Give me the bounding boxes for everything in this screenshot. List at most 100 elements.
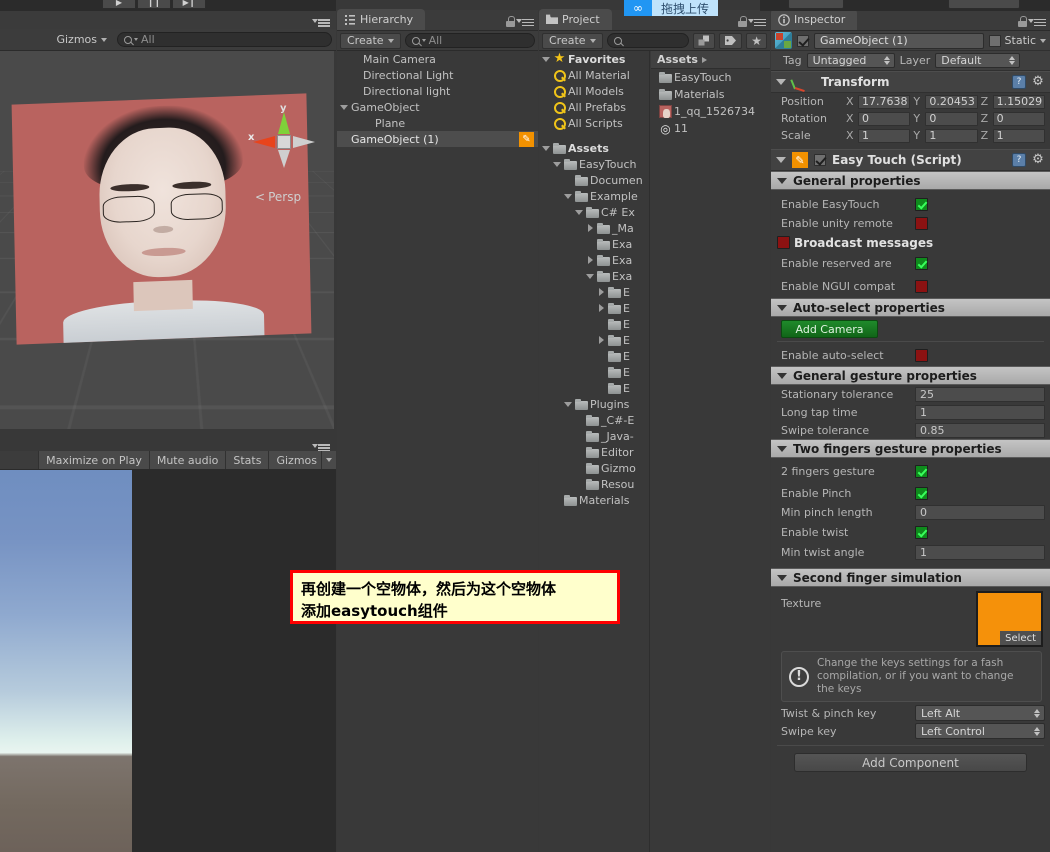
second-finger-simulation-section[interactable]: Second finger simulation (771, 568, 1050, 587)
assets-tree-list[interactable]: Assets EasyTouch Documen Example C# Ex _Ma Exa… (539, 140, 649, 508)
expand-arrow[interactable] (596, 288, 606, 296)
lock-icon[interactable] (1018, 16, 1027, 27)
favorites-list[interactable]: All Material All Models All Prefabs All Scr… (539, 67, 649, 131)
min-pinch-length-row[interactable]: Min pinch length 0 (771, 503, 1050, 522)
texture-select-button[interactable]: Select (1000, 631, 1041, 645)
foldout-arrow[interactable] (776, 79, 786, 85)
transform-fields[interactable]: Position X 17.7638 Y 0.20453 Z 1.15029 Rotation… (771, 93, 1050, 144)
game-gizmos-dropdown[interactable] (321, 451, 336, 469)
project-tree-item[interactable]: Plugins (539, 396, 649, 412)
chevron-down-icon[interactable] (1040, 38, 1046, 43)
asset-item[interactable]: EasyTouch (651, 69, 770, 86)
general-gesture-section[interactable]: General gesture properties (771, 366, 1050, 385)
asset-item[interactable]: ◎ 11 (651, 120, 770, 137)
project-tab-menu[interactable] (738, 16, 766, 27)
transform-z-field[interactable]: 1 (992, 128, 1045, 143)
min-twist-angle-field[interactable]: 1 (915, 545, 1045, 560)
project-tree-item[interactable]: E (539, 380, 649, 396)
static-checkbox[interactable] (988, 34, 1001, 47)
project-tree-item[interactable]: _Java- (539, 428, 649, 444)
hierarchy-item-directional-light[interactable]: Directional Light (337, 67, 538, 83)
transform-z-field[interactable]: 1.15029 (992, 94, 1045, 109)
expand-arrow[interactable] (585, 256, 595, 264)
swipe-key-row[interactable]: Swipe key Left Control (771, 722, 1050, 740)
enable-twist-checkbox[interactable] (915, 526, 928, 539)
gizmos-dropdown[interactable]: Gizmos (50, 31, 113, 48)
transform-y-field[interactable]: 0.20453 (925, 94, 978, 109)
enable-auto-select-row[interactable]: Enable auto-select (771, 344, 1050, 366)
gesture-field-row[interactable]: Long tap time 1 (771, 403, 1050, 421)
twist-pinch-key-dropdown[interactable]: Left Alt (915, 705, 1045, 721)
transform-y-field[interactable]: 0 (925, 111, 978, 126)
inspector-tab-menu[interactable] (1018, 16, 1046, 27)
expand-arrow[interactable] (552, 161, 562, 167)
project-tree-item[interactable]: E (539, 316, 649, 332)
broadcast-messages-checkbox[interactable] (777, 236, 790, 249)
menu-icon[interactable] (748, 17, 766, 27)
scene-search-input[interactable]: All (117, 32, 332, 47)
enable-ngui-row[interactable]: Enable NGUI compat (771, 274, 1050, 298)
general-properties-section[interactable]: General properties (771, 171, 1050, 190)
project-search-input[interactable] (606, 33, 690, 48)
game-gizmos-button[interactable]: Gizmos (268, 451, 321, 469)
stats-button[interactable]: Stats (225, 451, 269, 469)
expand-arrow[interactable] (574, 209, 584, 215)
hierarchy-create-button[interactable]: Create (340, 32, 401, 49)
tag-dropdown[interactable]: Untagged (806, 53, 895, 68)
enable-pinch-checkbox[interactable] (915, 487, 928, 500)
project-tree-item[interactable]: E (539, 332, 649, 348)
gesture-field-input[interactable]: 1 (915, 404, 1045, 420)
project-tree-item[interactable]: C# Ex (539, 204, 649, 220)
layout-dropdown[interactable] (948, 0, 1020, 9)
asset-items[interactable]: EasyTouch Materials 1_qq_1526734 ◎ 11 (651, 69, 770, 137)
transform-z-field[interactable]: 0 (992, 111, 1045, 126)
favorite-all-models[interactable]: All Models (539, 83, 649, 99)
autoselect-properties-section[interactable]: Auto-select properties (771, 298, 1050, 317)
add-component-button[interactable]: Add Component (794, 753, 1027, 772)
min-pinch-length-field[interactable]: 0 (915, 505, 1045, 520)
foldout-arrow[interactable] (777, 304, 787, 311)
project-tree-item[interactable]: _C#-E (539, 412, 649, 428)
enable-easytouch-row[interactable]: Enable EasyTouch (771, 195, 1050, 214)
enable-auto-select-checkbox[interactable] (915, 348, 928, 362)
project-tree-item[interactable]: _Ma (539, 220, 649, 236)
lock-icon[interactable] (506, 16, 515, 27)
expand-arrow[interactable] (563, 401, 573, 407)
layer-dropdown[interactable]: Default (935, 53, 1021, 68)
foldout-arrow[interactable] (777, 372, 787, 379)
transform-component-header[interactable]: Transform ? ⚙ (771, 71, 1050, 93)
swipe-key-dropdown[interactable]: Left Control (915, 723, 1045, 739)
pause-button[interactable]: ❙❙ (137, 0, 171, 9)
enable-ngui-checkbox[interactable] (915, 279, 928, 293)
broadcast-messages-row[interactable]: Broadcast messages (771, 233, 1050, 252)
add-camera-button[interactable]: Add Camera (781, 320, 878, 338)
gizmo-x-axis-arrow[interactable] (253, 136, 275, 148)
tab-hierarchy[interactable]: Hierarchy (337, 9, 426, 30)
expand-arrow[interactable] (541, 56, 551, 62)
hierarchy-item-directional-light[interactable]: Directional light (337, 83, 538, 99)
transform-rotation-row[interactable]: Rotation X 0 Y 0 Z 0 (771, 110, 1050, 127)
hierarchy-tree[interactable]: Main Camera Directional Light Directional … (337, 51, 538, 852)
favorite-all-scripts[interactable]: All Scripts (539, 115, 649, 131)
gesture-field-rows[interactable]: Stationary tolerance 25 Long tap time 1 Swip… (771, 385, 1050, 439)
tab-project[interactable]: Project (539, 9, 612, 30)
scene-view-menu[interactable] (312, 17, 330, 27)
project-tree-item[interactable]: Exa (539, 236, 649, 252)
foldout-arrow[interactable] (777, 177, 787, 184)
filter-by-type-button[interactable] (693, 32, 716, 49)
scene-axis-gizmo[interactable]: y x (248, 103, 320, 178)
transform-x-field[interactable]: 17.7638 (858, 94, 911, 109)
favorite-all-prefabs[interactable]: All Prefabs (539, 99, 649, 115)
object-name-field[interactable]: GameObject (1) (814, 32, 984, 49)
step-button[interactable]: ▶❙ (172, 0, 206, 9)
help-icon[interactable]: ? (1012, 75, 1026, 89)
transform-scale-row[interactable]: Scale X 1 Y 1 Z 1 (771, 127, 1050, 144)
expand-arrow[interactable] (596, 336, 606, 344)
transform-x-field[interactable]: 1 (858, 128, 911, 143)
project-tree-item[interactable]: Documen (539, 172, 649, 188)
project-tree-item[interactable]: Resou (539, 476, 649, 492)
twist-pinch-key-row[interactable]: Twist & pinch key Left Alt (771, 704, 1050, 722)
min-twist-angle-row[interactable]: Min twist angle 1 (771, 543, 1050, 562)
project-create-button[interactable]: Create (542, 32, 603, 49)
project-tree-item[interactable]: Example (539, 188, 649, 204)
